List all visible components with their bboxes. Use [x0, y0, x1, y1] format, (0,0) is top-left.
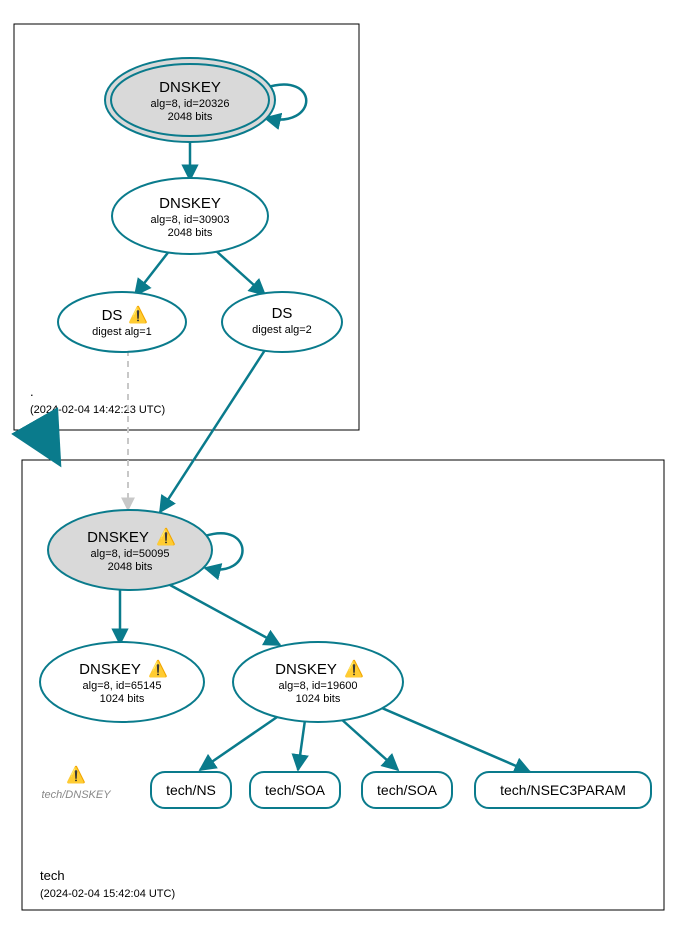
edge-zsk2-to-ns	[200, 715, 280, 770]
rrset-ns-label: tech/NS	[166, 782, 216, 798]
tech-zsk1-warn-icon: ⚠️	[148, 659, 168, 678]
tech-zsk2-title: DNSKEY	[275, 661, 337, 678]
tech-zsk2-line1: alg=8, id=19600	[279, 680, 358, 692]
node-ds2[interactable]: DS digest alg=2	[222, 292, 342, 352]
zone-tech-timestamp: (2024-02-04 15:42:04 UTC)	[40, 888, 175, 900]
ds1-warn-icon: ⚠️	[128, 305, 148, 324]
rrset-soa2[interactable]: tech/SOA	[362, 772, 452, 808]
node-tech-dnskey-gray: ⚠️ tech/DNSKEY	[41, 765, 111, 801]
rrset-soa2-label: tech/SOA	[377, 782, 438, 798]
tech-zsk2-warn-icon: ⚠️	[344, 659, 364, 678]
node-tech-ksk[interactable]: DNSKEY ⚠️ alg=8, id=50095 2048 bits	[48, 510, 212, 590]
edge-root-to-tech-zone	[40, 430, 56, 458]
tech-zsk1-line2: 1024 bits	[100, 693, 145, 705]
edge-root-zsk-to-ds1	[135, 250, 170, 295]
ds2-title: DS	[272, 305, 293, 322]
tech-ksk-warn-icon: ⚠️	[156, 527, 176, 546]
root-zsk-title: DNSKEY	[159, 195, 221, 212]
rrset-nsec3param[interactable]: tech/NSEC3PARAM	[475, 772, 651, 808]
node-tech-zsk2[interactable]: DNSKEY ⚠️ alg=8, id=19600 1024 bits	[233, 642, 403, 722]
root-ksk-line1: alg=8, id=20326	[151, 98, 230, 110]
zone-root-timestamp: (2024-02-04 14:42:23 UTC)	[30, 404, 165, 416]
tech-dnskey-gray-warn-icon: ⚠️	[66, 765, 86, 784]
tech-ksk-line1: alg=8, id=50095	[91, 548, 170, 560]
rrset-nsec3param-label: tech/NSEC3PARAM	[500, 782, 626, 798]
edge-zsk2-to-soa1	[298, 720, 305, 770]
edge-zsk2-to-nsec3	[375, 705, 530, 772]
root-ksk-title: DNSKEY	[159, 79, 221, 96]
tech-zsk2-line2: 1024 bits	[296, 693, 341, 705]
tech-zsk1-line1: alg=8, id=65145	[83, 680, 162, 692]
edge-ds2-to-tech-ksk	[160, 350, 265, 512]
edge-root-zsk-to-ds2	[215, 250, 265, 295]
node-tech-zsk1[interactable]: DNSKEY ⚠️ alg=8, id=65145 1024 bits	[40, 642, 204, 722]
ds1-title: DS	[102, 307, 123, 324]
rrset-ns[interactable]: tech/NS	[151, 772, 231, 808]
rrset-soa1-label: tech/SOA	[265, 782, 326, 798]
node-root-ksk[interactable]: DNSKEY alg=8, id=20326 2048 bits	[105, 58, 275, 142]
rrset-soa1[interactable]: tech/SOA	[250, 772, 340, 808]
node-ds1[interactable]: DS ⚠️ digest alg=1	[58, 292, 186, 352]
tech-zsk1-title: DNSKEY	[79, 661, 141, 678]
root-zsk-line2: 2048 bits	[168, 227, 213, 239]
ds1-sub: digest alg=1	[92, 326, 152, 338]
dnssec-diagram: . (2024-02-04 14:42:23 UTC) tech (2024-0…	[0, 0, 679, 931]
edge-zsk2-to-soa2	[340, 718, 398, 770]
zone-root-label: .	[30, 384, 34, 399]
zone-tech-label: tech	[40, 868, 65, 883]
node-root-zsk[interactable]: DNSKEY alg=8, id=30903 2048 bits	[112, 178, 268, 254]
tech-ksk-title: DNSKEY	[87, 529, 149, 546]
tech-ksk-line2: 2048 bits	[108, 561, 153, 573]
root-zsk-line1: alg=8, id=30903	[151, 214, 230, 226]
ds2-sub: digest alg=2	[252, 324, 312, 336]
root-ksk-line2: 2048 bits	[168, 111, 213, 123]
tech-dnskey-gray-label: tech/DNSKEY	[41, 789, 111, 801]
edge-tech-ksk-to-zsk2	[170, 585, 280, 645]
